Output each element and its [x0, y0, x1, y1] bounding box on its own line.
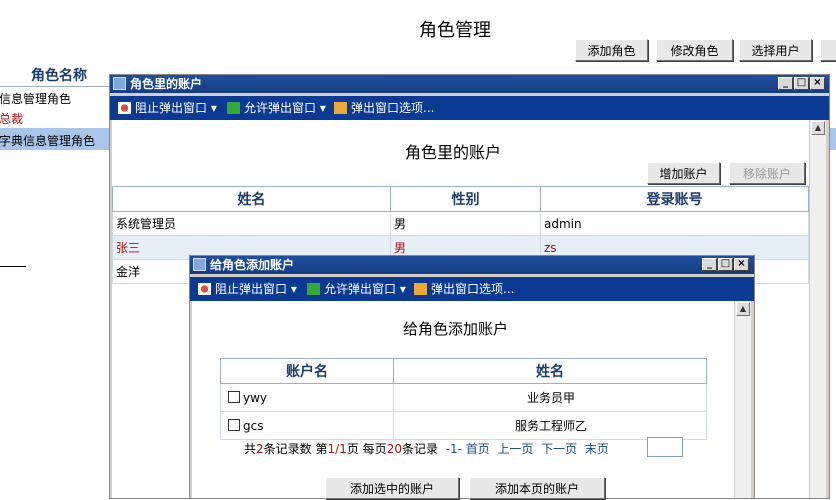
column-header[interactable]: 登录账号 [540, 186, 809, 212]
role-name: 总裁 [0, 112, 24, 126]
column-header[interactable]: 性别 [390, 186, 541, 212]
column-header[interactable]: 姓名 [393, 358, 707, 384]
role-table-header: 角色名称 [0, 64, 110, 87]
table-row[interactable]: gcs 服务工程师乙 [220, 411, 707, 440]
candidate-accounts-table: 账户名 姓名 ywy 业务员甲 gcs 服务工程师乙 [220, 358, 707, 440]
content-heading: 给角色添加账户 [403, 320, 509, 338]
options-icon [414, 283, 427, 295]
role-name: 字典信息管理角色 [0, 134, 96, 148]
first-page-link[interactable]: 首页 [466, 442, 490, 456]
page-jump-input[interactable] [647, 437, 683, 457]
role-name-header: 角色名称 [31, 68, 87, 84]
table-cell: gcs [220, 411, 394, 440]
allow-popup-item[interactable]: 允许弹出窗口 ▾ [307, 277, 406, 301]
allow-popup-item[interactable]: 允许弹出窗口 ▾ [227, 96, 326, 120]
row-checkbox[interactable] [228, 390, 240, 403]
window-content: 给角色添加账户 账户名 姓名 ywy 业务员甲 gcs 服务工程师乙 共2条记录… [192, 301, 734, 499]
table-cell: admin [540, 211, 809, 236]
add-account-button[interactable]: 增加账户 [647, 162, 720, 184]
maximize-icon[interactable]: □ [794, 77, 809, 90]
column-header[interactable]: 账户名 [220, 358, 394, 384]
column-header[interactable]: 姓名 [112, 186, 391, 212]
page-indicator: 1/1 [327, 442, 347, 456]
table-cell: 男 [390, 211, 541, 236]
remove-account-button[interactable]: 移除账户 [729, 162, 805, 184]
add-page-accounts-button[interactable]: 添加本页的账户 [469, 477, 605, 499]
block-icon [118, 102, 131, 114]
table-cell: 系统管理员 [112, 211, 391, 236]
window-title: 给角色添加账户 [210, 258, 295, 272]
minimize-icon[interactable]: _ [778, 77, 793, 90]
add-selected-accounts-button[interactable]: 添加选中的账户 [325, 477, 459, 499]
divider [0, 266, 26, 267]
table-row[interactable]: 系统管理员 男 admin [112, 211, 809, 236]
window-icon [113, 77, 126, 90]
minimize-icon[interactable]: _ [702, 258, 717, 271]
role-row[interactable]: 总裁 [0, 108, 110, 128]
close-icon[interactable]: × [810, 77, 825, 90]
chevron-down-icon: ▾ [287, 282, 297, 296]
add-role-button[interactable]: 添加角色 [575, 39, 648, 61]
vertical-scrollbar[interactable]: ▲ [809, 120, 826, 498]
close-icon[interactable]: × [734, 258, 749, 271]
table-cell: 服务工程师乙 [393, 411, 707, 440]
table-header-row: 账户名 姓名 [220, 358, 707, 384]
table-header-row: 姓名 性别 登录账号 [112, 186, 809, 212]
select-user-button[interactable]: 选择用户 [739, 39, 812, 61]
page-title: 角色管理 [419, 20, 491, 41]
role-row[interactable]: 信息管理角色 [0, 88, 110, 108]
prev-page-link[interactable]: 上一页 [497, 442, 533, 456]
popup-options-item[interactable]: 弹出窗口选项... [334, 96, 434, 120]
scroll-up-icon[interactable]: ▲ [811, 121, 825, 135]
window-icon [193, 258, 206, 271]
popup-toolbar: 阻止弹出窗口 ▾ 允许弹出窗口 ▾ 弹出窗口选项... [110, 96, 829, 120]
allow-icon [227, 102, 240, 114]
chevron-down-icon: ▾ [396, 282, 406, 296]
pager: 共2条记录数 第1/1页 每页20条记录 -1- 首页 上一页 下一页 末页 [244, 442, 609, 456]
current-page: -1- [445, 442, 462, 456]
content-heading: 角色里的账户 [405, 143, 502, 162]
role-row-selected[interactable]: 字典信息管理角色 [0, 128, 110, 150]
next-page-link[interactable]: 下一页 [541, 442, 577, 456]
block-popup-item[interactable]: 阻止弹出窗口 ▾ [118, 96, 217, 120]
chevron-down-icon: ▾ [316, 101, 326, 115]
options-icon [334, 102, 347, 114]
allow-icon [307, 283, 320, 295]
vertical-scrollbar[interactable]: ▲ [734, 301, 751, 498]
total-count: 2 [256, 442, 264, 456]
role-name: 信息管理角色 [0, 92, 72, 106]
per-page-count: 20 [386, 442, 402, 456]
last-page-link[interactable]: 末页 [585, 442, 609, 456]
add-accounts-window: 给角色添加账户 _ □ × 阻止弹出窗口 ▾ 允许弹出窗口 ▾ 弹出窗口选项..… [189, 255, 755, 499]
scroll-up-icon[interactable]: ▲ [736, 302, 750, 316]
block-icon [198, 283, 211, 295]
table-row[interactable]: ywy 业务员甲 [220, 383, 707, 412]
popup-options-item[interactable]: 弹出窗口选项... [414, 277, 514, 301]
more-button-partial[interactable] [820, 39, 836, 61]
edit-role-button[interactable]: 修改角色 [656, 39, 733, 61]
table-cell: ywy [220, 383, 394, 412]
window-title: 角色里的账户 [130, 77, 203, 91]
popup-toolbar: 阻止弹出窗口 ▾ 允许弹出窗口 ▾ 弹出窗口选项... [190, 277, 754, 301]
window-titlebar[interactable]: 给角色添加账户 _ □ × [190, 256, 754, 274]
window-titlebar[interactable]: 角色里的账户 _ □ × [110, 75, 829, 93]
maximize-icon[interactable]: □ [718, 258, 733, 271]
block-popup-item[interactable]: 阻止弹出窗口 ▾ [198, 277, 297, 301]
table-cell: 业务员甲 [393, 383, 707, 412]
row-checkbox[interactable] [228, 418, 240, 431]
chevron-down-icon: ▾ [207, 101, 217, 115]
